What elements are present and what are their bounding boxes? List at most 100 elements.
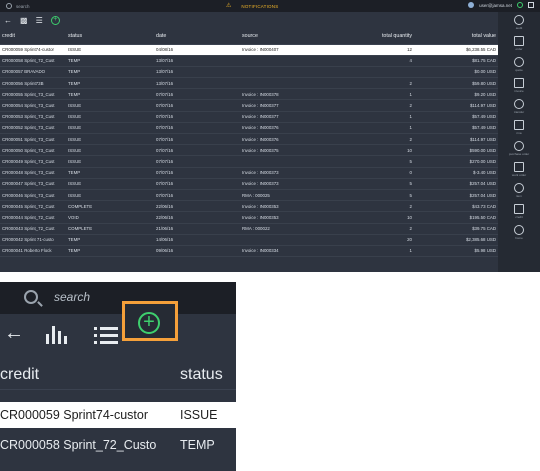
sidebar-item-purchase-order[interactable]: purchase order: [498, 138, 540, 159]
table-row[interactable]: CR000058 Sprint_72_Custo TEMP: [0, 432, 236, 458]
table-cell: 07/07/16: [154, 178, 240, 190]
app-window: search ⚠ NOTIFICATIONS user@jamsa.net ← …: [0, 0, 540, 272]
sidebar-item-work-order[interactable]: work order: [498, 159, 540, 180]
table-row[interactable]: CR000045 Sprint_72_Cust COMPLETE 22/06/16 I…: [0, 200, 498, 213]
table-cell: CR000055 Sprint_73_Cust: [0, 88, 66, 101]
zoom-detail: search ← + credit status CR000059 Sprint…: [0, 282, 236, 471]
table-row[interactable]: CR000044 Sprint_72_Cust VOID 22/06/16 Invoi…: [0, 211, 498, 224]
invoice-icon: [514, 78, 524, 88]
order-icon: [514, 36, 524, 46]
table-cell: $590.00 USD: [414, 144, 498, 157]
table-cell: 07/07/16: [154, 167, 240, 179]
table-cell: 2: [344, 200, 414, 213]
table-cell: 1: [344, 122, 414, 135]
table-cell: 22/06/16: [154, 211, 240, 224]
table-cell: Invoice : IN000377: [240, 111, 344, 123]
table-cell: Invoice : IN000378: [240, 88, 344, 101]
search-box[interactable]: search: [6, 2, 58, 10]
table-cell: CR000045 Sprint_72_Cust: [0, 200, 66, 213]
sidebar-item-audit[interactable]: audit: [498, 12, 540, 33]
list-icon[interactable]: ☰: [36, 16, 43, 26]
table-row[interactable]: CR000052 Sprint_73_Cust ISSUE 07/07/16 Invo…: [0, 122, 498, 135]
user-email[interactable]: user@jamsa.net: [479, 3, 512, 8]
table-row[interactable]: CR000058 Sprint_72_Cust TEMP 13/07/16 4 $81.…: [0, 55, 498, 67]
table-row[interactable]: CR000059 Sprint74-custor ISSUE: [0, 402, 236, 428]
table-cell: CR000053 Sprint_73_Cust: [0, 111, 66, 123]
sidebar-item-credit[interactable]: credit: [498, 201, 540, 222]
sidebar-item-label: transfer: [513, 110, 525, 114]
table-cell: 07/07/16: [154, 155, 240, 168]
credit-icon: [514, 204, 524, 214]
notifications[interactable]: ⚠ NOTIFICATIONS: [226, 2, 278, 10]
column-header[interactable]: source: [240, 29, 344, 45]
table-cell: 09/06/16: [154, 245, 240, 258]
table-row[interactable]: CR000050 Sprint_73_Cust ISSUE 07/07/16 Invo…: [0, 144, 498, 157]
table-row[interactable]: CR000056 Sprint73B TEMP 13/07/16 2 $59.80 US…: [0, 77, 498, 90]
status-cell: TEMP: [180, 438, 215, 452]
transfer-icon: [514, 99, 524, 109]
arrow-left-icon[interactable]: ←: [4, 16, 12, 26]
sidebar-item-label: rma: [516, 131, 522, 135]
table-cell: COMPLETE: [66, 200, 154, 213]
list-icon[interactable]: [94, 326, 118, 344]
table-row[interactable]: CR000046 Sprint_73_Cust ISSUE 07/07/16 RMA …: [0, 189, 498, 202]
table-row[interactable]: CR000047 Sprint_73_Cust ISSUE 07/07/16 Invo…: [0, 178, 498, 190]
table-cell: Invoice : IN000353: [240, 211, 344, 224]
bar-chart-icon[interactable]: [44, 324, 68, 344]
arrow-left-icon[interactable]: ←: [4, 322, 24, 345]
table-row[interactable]: CR000059 Sprint74-custor ISSUE 04/08/16 Inv…: [0, 44, 498, 56]
sidebar-item-invoice[interactable]: invoice: [498, 75, 540, 96]
plus-circle-icon[interactable]: +: [50, 16, 60, 25]
table-cell: 13/07/16: [154, 66, 240, 79]
table-row[interactable]: CR000048 Sprint_73_Cust TEMP 07/07/16 Invoi…: [0, 167, 498, 179]
sidebar-item-label: home: [515, 236, 523, 240]
table-cell: 1: [344, 88, 414, 101]
notifications-label: NOTIFICATIONS: [241, 3, 279, 9]
sidebar-item-transfer[interactable]: transfer: [498, 96, 540, 117]
table-cell: [240, 155, 344, 168]
sidebar-item-home[interactable]: home: [498, 222, 540, 243]
table-row[interactable]: CR000053 Sprint_73_Cust ISSUE 07/07/16 Invo…: [0, 111, 498, 123]
table-cell: Invoice : IN000377: [240, 99, 344, 112]
table-row[interactable]: CR000057 BRAVADO TEMP 13/07/16 $0.00 USD: [0, 66, 498, 79]
table-cell: 07/07/16: [154, 133, 240, 146]
column-header[interactable]: total quantity: [344, 29, 414, 45]
sidebar-item-rma[interactable]: rma: [498, 117, 540, 138]
table-row[interactable]: CR000054 Sprint_73_Cust ISSUE 07/07/16 Invo…: [0, 99, 498, 112]
top-bar: search ⚠ NOTIFICATIONS user@jamsa.net: [0, 0, 540, 12]
table-row[interactable]: CR000055 Sprint_73_Cust TEMP 07/07/16 Invoi…: [0, 88, 498, 101]
table-cell: $270.00 USD: [414, 155, 498, 168]
table-cell: COMPLETE: [66, 223, 154, 235]
zoom-search-bar[interactable]: search: [0, 282, 236, 314]
column-header[interactable]: total value: [414, 29, 498, 45]
table-cell: CR000052 Sprint_73_Cust: [0, 122, 66, 135]
column-header[interactable]: status: [66, 29, 154, 45]
table-cell: $39.75 CAD: [414, 223, 498, 235]
column-header-credit[interactable]: credit: [0, 366, 39, 384]
sidebar-item-quote[interactable]: quote: [498, 54, 540, 75]
table-row[interactable]: CR000043 Sprint_72_Cust COMPLETE 21/06/16 R…: [0, 223, 498, 235]
sidebar-item-order[interactable]: order: [498, 33, 540, 54]
column-header-status[interactable]: status: [180, 366, 223, 384]
table-cell: $57.49 USD: [414, 122, 498, 135]
table-cell: ISSUE: [66, 99, 154, 112]
plus-circle-icon[interactable]: +: [138, 312, 160, 334]
table-cell: [344, 66, 414, 79]
status-icon[interactable]: [517, 2, 523, 8]
table-row[interactable]: CR000049 Sprint_73_Cust ISSUE 07/07/16 5 $27…: [0, 155, 498, 168]
table-cell: ISSUE: [66, 133, 154, 146]
table-cell: 1: [344, 245, 414, 258]
column-header[interactable]: date: [154, 29, 240, 45]
user-icon[interactable]: [468, 2, 475, 8]
table-row[interactable]: CR000041 Roberto Flock TEMP 09/06/16 Invoic…: [0, 245, 498, 258]
sidebar-item-label: item: [516, 194, 522, 198]
table-row[interactable]: CR000051 Sprint_73_Cust ISSUE 07/07/16 Invo…: [0, 133, 498, 146]
table-cell: CR000047 Sprint_73_Cust: [0, 178, 66, 190]
column-header[interactable]: credit: [0, 29, 66, 45]
table-row[interactable]: CR000042 Sprint 71-custo TEMP 14/06/16 20 $2…: [0, 234, 498, 246]
zoom-table-header: credit status: [0, 360, 236, 390]
table-cell: CR000054 Sprint_73_Cust: [0, 99, 66, 112]
bar-chart-icon[interactable]: ▩: [20, 16, 28, 26]
sidebar-item-item[interactable]: item: [498, 180, 540, 201]
logout-icon[interactable]: [528, 2, 534, 8]
